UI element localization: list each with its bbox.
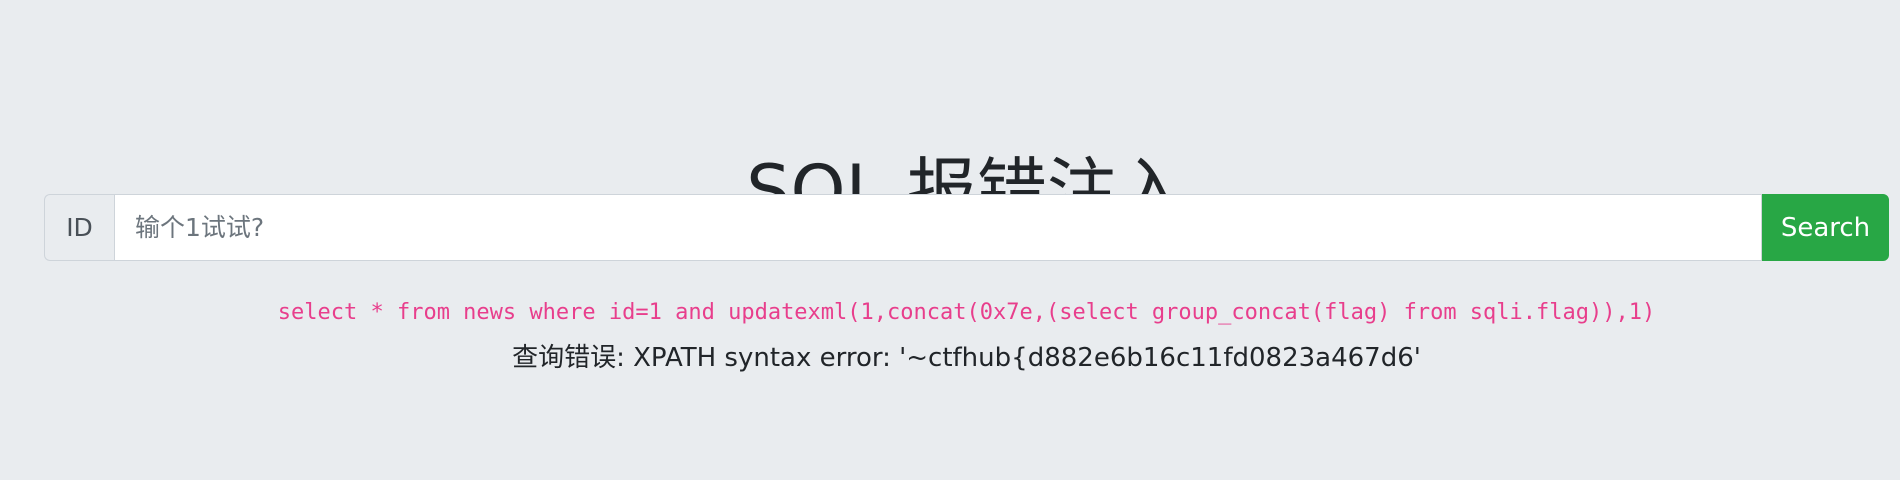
id-label: ID — [44, 194, 114, 261]
search-button[interactable]: Search — [1762, 194, 1889, 261]
id-input[interactable] — [114, 194, 1762, 261]
error-message: 查询错误: XPATH syntax error: '~ctfhub{d882e… — [512, 343, 1421, 373]
page-container: SQL 报错注入 ID Search select * from news wh… — [0, 0, 1900, 480]
search-form: ID Search — [44, 194, 1889, 261]
sql-query: select * from news where id=1 and update… — [277, 300, 1656, 325]
